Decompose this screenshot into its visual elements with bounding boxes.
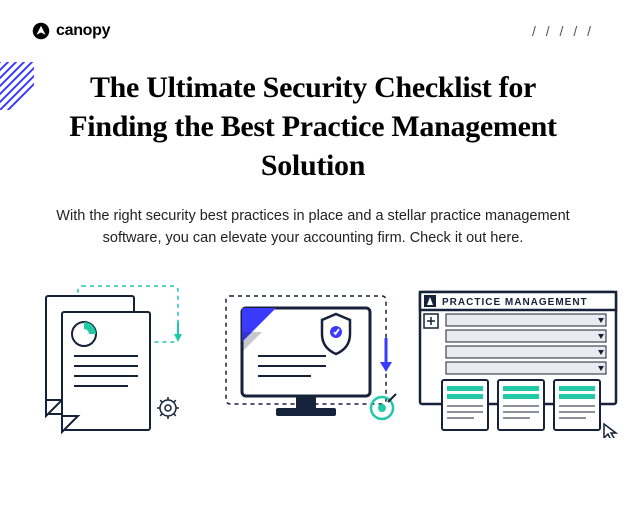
page-subtitle: With the right security best practices i…	[53, 205, 573, 250]
monitor-shield-illustration	[206, 278, 406, 438]
header-bar: canopy / / / / /	[0, 0, 626, 40]
document-illustration	[18, 278, 198, 438]
brand-name: canopy	[56, 22, 110, 40]
illustration-row: PRACTICE MANAGEMENT	[0, 278, 626, 438]
practice-management-illustration: PRACTICE MANAGEMENT	[414, 278, 624, 438]
page-title: The Ultimate Security Checklist for Find…	[43, 68, 583, 185]
diagonal-hatch-decoration	[0, 62, 34, 110]
brand-logo: canopy	[32, 22, 110, 40]
slash-decoration: / / / / /	[532, 23, 594, 39]
panel-title-text: PRACTICE MANAGEMENT	[442, 297, 588, 308]
canopy-logo-icon	[32, 22, 50, 40]
cursor-icon	[604, 424, 616, 438]
shield-icon	[322, 314, 350, 354]
gear-icon	[157, 397, 179, 419]
target-icon	[371, 394, 396, 419]
